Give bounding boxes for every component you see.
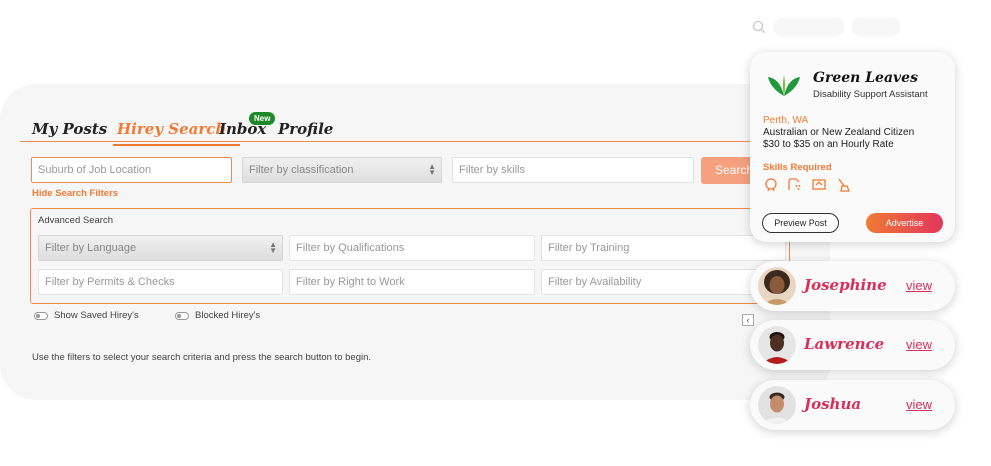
blocked-toggle-label: Blocked Hirey's [195, 310, 261, 321]
inbox-new-badge: New [249, 112, 276, 125]
saved-toggle-row[interactable]: Show Saved Hirey's [34, 310, 139, 321]
candidate-name: Josephine [804, 276, 887, 294]
training-input[interactable]: Filter by Training [541, 235, 786, 261]
avatar [758, 386, 796, 424]
leaf-logo-icon [768, 75, 800, 96]
permits-input[interactable]: Filter by Permits & Checks [38, 269, 283, 295]
prev-page-icon[interactable]: ‹ [742, 314, 754, 326]
suburb-input[interactable]: Suburb of Job Location [31, 157, 232, 183]
company-name: Green Leaves [813, 70, 918, 86]
skills-icons [763, 178, 851, 192]
job-role: Disability Support Assistant [813, 89, 928, 100]
candidate-name: Joshua [804, 395, 862, 413]
broom-icon [838, 178, 850, 192]
candidate-card: Joshua view [750, 380, 955, 430]
job-location: Perth, WA [763, 115, 809, 126]
stage: My Posts Hirey Search Inbox Profile New … [0, 0, 991, 466]
saved-toggle-label: Show Saved Hirey's [54, 310, 139, 321]
tab-my-posts[interactable]: My Posts [32, 120, 107, 138]
job-rate: $30 to $35 on an Hourly Rate [763, 139, 894, 150]
search-icon[interactable] [752, 20, 766, 34]
select-arrows-icon: ▲ ▼ [269, 240, 277, 255]
top-search-pill-small[interactable] [852, 18, 900, 36]
view-link[interactable]: view [906, 397, 932, 412]
blocked-toggle-row[interactable]: Blocked Hirey's [175, 310, 260, 321]
saved-toggle[interactable] [34, 311, 48, 320]
avatar [758, 326, 796, 364]
classification-select[interactable]: Filter by classification ▲ ▼ [242, 157, 442, 183]
candidate-name: Lawrence [804, 335, 885, 353]
preview-post-button[interactable]: Preview Post [762, 213, 839, 233]
tab-hirey-search[interactable]: Hirey Search [112, 120, 241, 146]
skills-input[interactable]: Filter by skills [452, 157, 694, 183]
help-text: Use the filters to select your search cr… [32, 352, 372, 363]
select-arrows-icon: ▲ ▼ [428, 162, 436, 177]
job-citizenship: Australian or New Zealand Citizen [763, 127, 915, 138]
classification-label: Filter by classification [249, 164, 354, 176]
head-gear-icon [765, 178, 777, 192]
tab-profile[interactable]: Profile [278, 120, 333, 138]
view-link[interactable]: view [906, 337, 932, 352]
presentation-icon [812, 179, 826, 190]
tab-bar: My Posts Hirey Search Inbox Profile [20, 114, 810, 146]
top-search-bar [752, 18, 900, 36]
top-search-pill[interactable] [774, 18, 844, 36]
skills-required-title: Skills Required [763, 162, 832, 173]
shower-icon [788, 178, 801, 191]
advertise-button[interactable]: Advertise [866, 213, 943, 233]
view-link[interactable]: view [906, 278, 932, 293]
hide-search-filters-link[interactable]: Hide Search Filters [32, 188, 118, 199]
language-select[interactable]: Filter by Language ▲ ▼ [38, 235, 283, 261]
avatar [758, 267, 796, 305]
candidate-card: Lawrence view [750, 320, 955, 370]
right-to-work-input[interactable]: Filter by Right to Work [289, 269, 535, 295]
qualifications-input[interactable]: Filter by Qualifications [289, 235, 535, 261]
blocked-toggle[interactable] [175, 311, 189, 320]
language-label: Filter by Language [45, 242, 137, 254]
advanced-search-title: Advanced Search [38, 215, 113, 226]
job-card: Green Leaves Disability Support Assistan… [750, 52, 955, 242]
candidate-card: Josephine view [750, 261, 955, 311]
